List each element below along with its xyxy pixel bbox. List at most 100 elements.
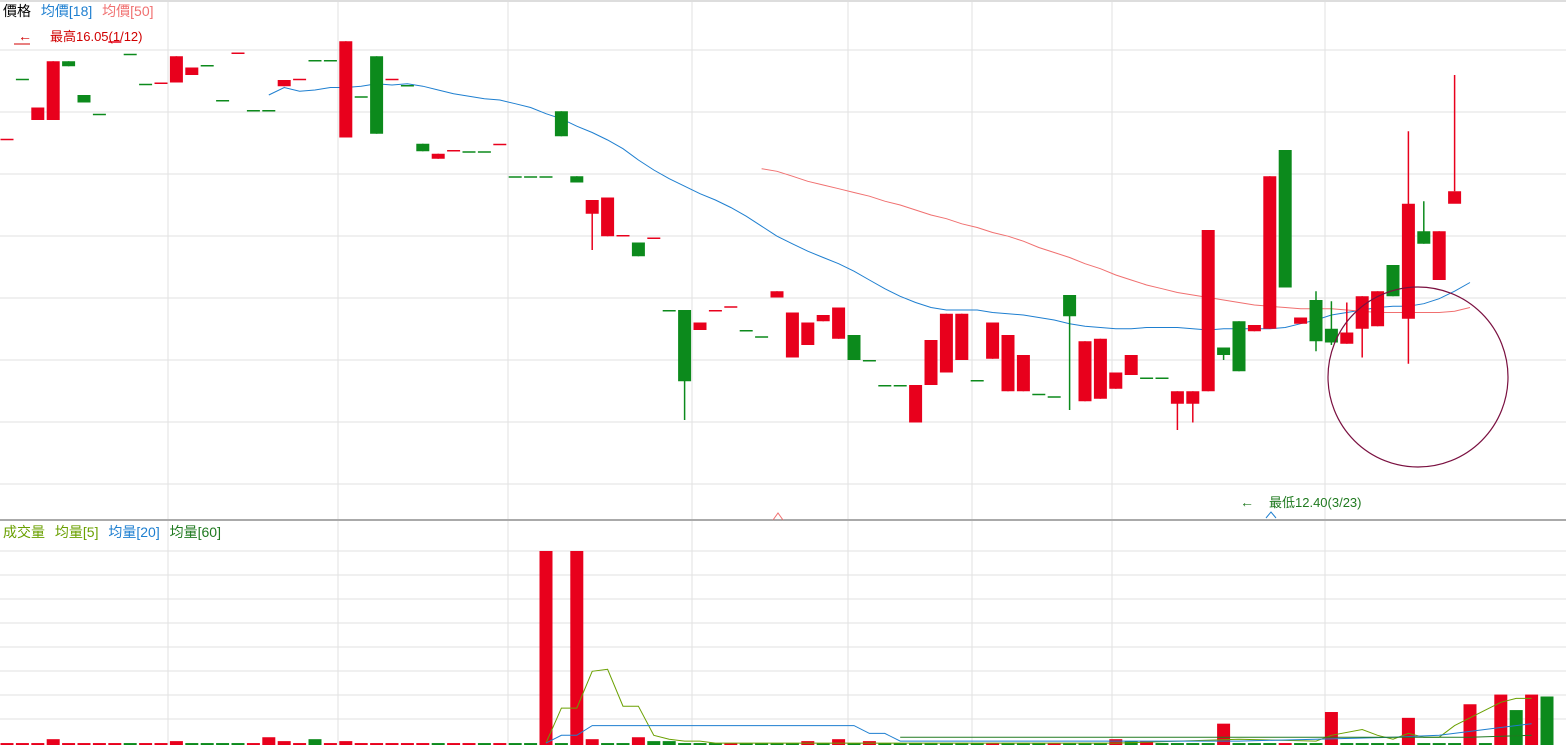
candle-body [724,306,738,308]
candle [1324,301,1338,345]
candle [708,310,722,312]
candle [832,307,846,339]
volume-bars [0,551,1554,745]
candle [616,235,630,237]
candle [1278,150,1292,288]
volume-bar [1448,743,1462,745]
candle-body [539,176,553,178]
candle [1093,338,1107,399]
candle [493,143,507,146]
candle-body [1140,377,1154,379]
candle-body [1355,296,1369,329]
candle-body [31,107,45,120]
candle [262,110,276,112]
candle-body [354,96,368,98]
candle [1078,341,1092,402]
candle-body [554,111,568,137]
candle [862,360,876,362]
candle-body [262,110,276,112]
candle-body [493,143,507,146]
candle [1032,393,1046,396]
volume-bar [1232,743,1246,745]
candle [169,56,183,83]
candle [924,340,938,385]
volume-ma-line [545,723,1532,744]
volume-bar [693,743,707,745]
volume-bar [1509,710,1523,745]
candle [986,322,1000,359]
candle-body [1448,191,1462,204]
volume-bar [616,743,630,745]
candle [1201,230,1215,392]
candle [31,107,45,120]
candle-body [370,56,384,134]
price-grid [0,2,1566,519]
volume-bar [77,743,91,745]
volume-bar [246,743,260,745]
candle [1063,295,1077,410]
candle-body [231,52,245,54]
volume-bar [1355,743,1369,745]
candle-body [1155,377,1169,379]
volume-bar [154,743,168,745]
candle [1109,372,1123,389]
candle-body [0,138,14,141]
volume-bar [385,743,399,745]
candle [539,176,553,178]
volume-bar [1278,743,1292,745]
candle-body [92,113,106,116]
candle [447,150,461,152]
candle [431,153,445,159]
volume-bar [1432,743,1446,745]
volume-bar [585,739,599,745]
candle [370,56,384,134]
candle-body [416,143,430,152]
volume-bar [1170,743,1184,745]
candle-body [631,242,645,257]
volume-bar [647,741,661,745]
candle-body [185,67,199,75]
price-ma-line [761,168,1471,313]
candle-body [1032,393,1046,396]
candle-body [1401,203,1415,319]
volume-bar [524,743,538,745]
candle-body [62,61,76,67]
candle-body [616,235,630,237]
candle [246,110,260,112]
volume-bar [539,551,553,745]
volume-bar [31,743,45,745]
volume-bar [678,743,692,745]
volume-bar [169,741,183,745]
volume-bar [1401,717,1415,745]
candle [647,237,661,239]
volume-bar [416,743,430,745]
candle-body [939,313,953,373]
candle-body [970,380,984,382]
candle-body [801,322,815,345]
candle-body [46,61,60,120]
volume-bar [1525,694,1539,745]
volume-bar [62,743,76,745]
volume-bar [1478,743,1492,745]
candle [462,151,476,153]
candle [1247,325,1261,332]
candle [1432,231,1446,280]
candle [385,78,399,81]
legend-vol-ma20: 均量[20] [108,524,159,540]
volume-bar [1263,743,1277,745]
volume-bar [1340,743,1354,745]
candle [200,65,214,67]
volume-legend: 成交量 均量[5] 均量[20] 均量[60] [3,524,221,540]
candle [508,176,522,178]
candle-body [770,291,784,298]
candle-body [955,313,969,360]
volume-bar [1463,704,1477,745]
candle-body [862,360,876,362]
candle [524,176,538,178]
candle-body [524,176,538,178]
candle [139,83,153,86]
low-marker: ← 最低12.40(3/23) [1240,494,1362,519]
volume-bar [1386,743,1400,745]
volume-bar [1201,743,1215,745]
candle [1170,391,1184,430]
